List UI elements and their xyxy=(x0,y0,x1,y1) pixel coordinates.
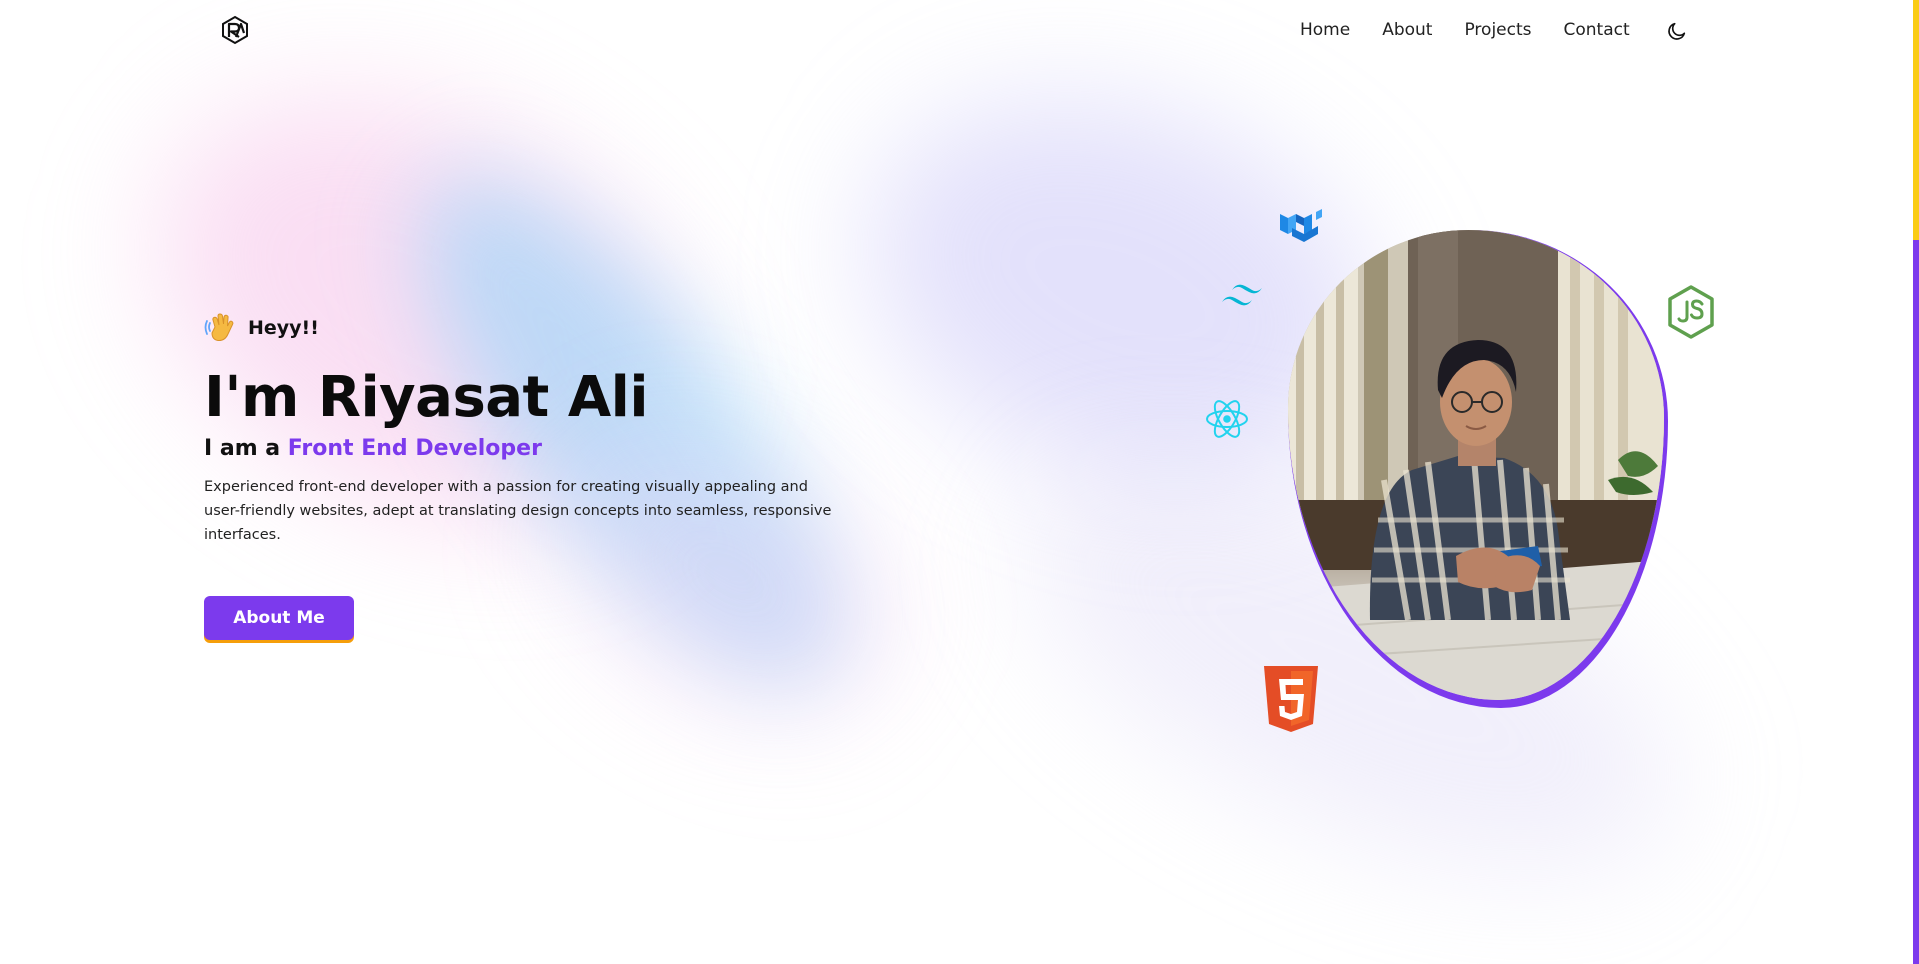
hero-title: I'm Riyasat Ali xyxy=(204,365,649,430)
waving-hand-icon xyxy=(204,311,238,345)
hero-description: Experienced front-end developer with a p… xyxy=(204,479,832,543)
about-me-button[interactable]: About Me xyxy=(204,595,354,640)
hero-section: Heyy!! I'm Riyasat Ali I am a Front End … xyxy=(204,308,844,640)
tailwind-icon xyxy=(1218,280,1268,314)
subtitle: I am a Front End Developer xyxy=(204,436,844,461)
nav-projects-link[interactable]: Projects xyxy=(1464,20,1531,40)
nav-contact-link[interactable]: Contact xyxy=(1564,20,1630,40)
ra-logo-icon[interactable] xyxy=(220,15,250,45)
profile-photo-frame xyxy=(1288,230,1668,708)
scrollbar[interactable] xyxy=(1913,0,1919,964)
nodejs-icon xyxy=(1666,284,1716,340)
nav-links: Home About Projects Contact xyxy=(1300,20,1630,40)
nav-about-link[interactable]: About xyxy=(1382,20,1432,40)
greeting: Heyy!! xyxy=(204,308,844,348)
profile-photo xyxy=(1288,230,1664,700)
scrollbar-thumb[interactable] xyxy=(1913,0,1919,240)
moon-icon[interactable] xyxy=(1666,20,1688,42)
role-text: Front End Developer xyxy=(287,436,542,461)
greeting-text: Heyy!! xyxy=(248,317,319,339)
nav-home-link[interactable]: Home xyxy=(1300,20,1350,40)
react-icon xyxy=(1204,396,1250,442)
subtitle-prefix: I am a xyxy=(204,436,281,461)
navbar: Home About Projects Contact xyxy=(0,0,1913,62)
